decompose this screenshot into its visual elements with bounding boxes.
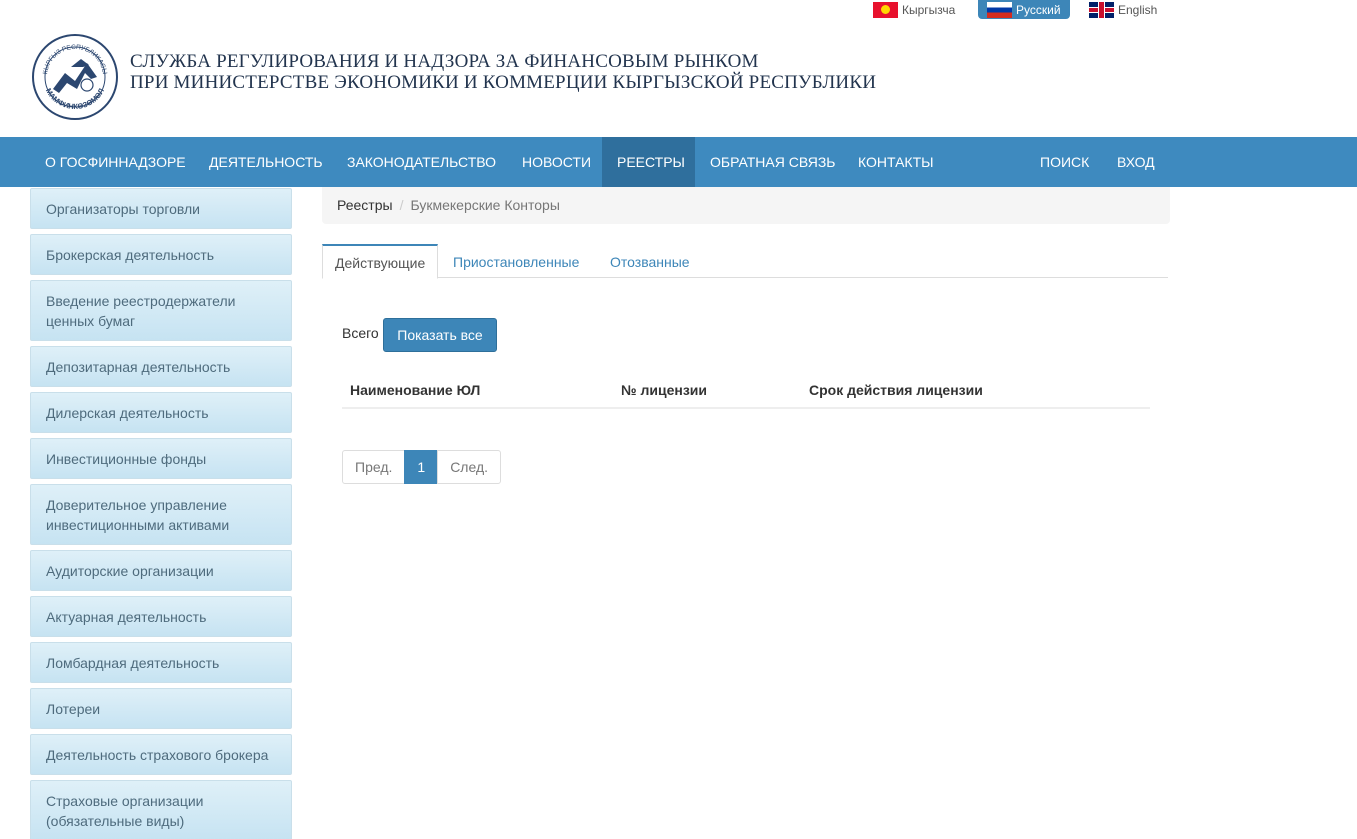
sidebar-item-investment-funds[interactable]: Инвестиционные фонды	[30, 438, 292, 479]
language-kyrgyz-label: Кыргызча	[902, 2, 956, 17]
sidebar-item-actuarial[interactable]: Актуарная деятельность	[30, 596, 292, 637]
uk-flag-icon	[1089, 1, 1114, 18]
logo[interactable]: КЫРГЫЗ РЕСПУБЛИКАСЫ МАМФИНКӨЗӨМӨЛ	[31, 33, 119, 121]
table-header: Наименование ЮЛ № лицензии Срок действия…	[342, 372, 1150, 409]
nav-activity[interactable]: ДЕЯТЕЛЬНОСТЬ	[194, 137, 338, 187]
column-header-license-number[interactable]: № лицензии	[621, 382, 707, 398]
sidebar-item-insurance-broker[interactable]: Деятельность страхового брокера	[30, 734, 292, 775]
sidebar-item-lotteries[interactable]: Лотереи	[30, 688, 292, 729]
language-kyrgyz[interactable]: Кыргызча	[873, 0, 955, 19]
tab-active[interactable]: Действующие	[322, 244, 439, 279]
sidebar-item-insurance-companies[interactable]: Страховые организации (обязательные виды…	[30, 780, 292, 839]
nav-feedback[interactable]: ОБРАТНАЯ СВЯЗЬ	[695, 137, 850, 187]
breadcrumb: Реестры / Букмекерские Конторы	[322, 187, 1170, 224]
organization-title-line1: СЛУЖБА РЕГУЛИРОВАНИЯ И НАДЗОРА ЗА ФИНАНС…	[130, 51, 759, 72]
pagination: Пред. 1 След.	[342, 450, 502, 484]
sidebar-item-brokerage[interactable]: Брокерская деятельность	[30, 234, 292, 275]
sidebar-item-depository[interactable]: Депозитарная деятельность	[30, 346, 292, 387]
russia-flag-icon	[987, 1, 1012, 18]
breadcrumb-current: Букмекерские Конторы	[410, 197, 560, 213]
language-russian[interactable]: Русский	[978, 0, 1070, 19]
pagination-prev-button[interactable]: Пред.	[342, 450, 406, 484]
sidebar-item-audit[interactable]: Аудиторские организации	[30, 550, 292, 591]
sidebar-item-pawnshop[interactable]: Ломбардная деятельность	[30, 642, 292, 683]
nav-news[interactable]: НОВОСТИ	[507, 137, 606, 187]
kyrgyzstan-flag-icon	[873, 1, 898, 18]
pagination-next-button[interactable]: След.	[437, 450, 502, 484]
column-header-license-validity[interactable]: Срок действия лицензии	[809, 382, 983, 398]
tab-revoked[interactable]: Отозванные	[598, 244, 702, 278]
sidebar-item-trust-management[interactable]: Доверительное управление инвестиционными…	[30, 484, 292, 545]
sidebar-item-dealer[interactable]: Дилерская деятельность	[30, 392, 292, 433]
eagle-emblem-icon: КЫРГЫЗ РЕСПУБЛИКАСЫ МАМФИНКӨЗӨМӨЛ	[32, 34, 118, 120]
total-label: Всего	[342, 325, 379, 341]
nav-login[interactable]: ВХОД	[1102, 137, 1170, 187]
nav-legislation[interactable]: ЗАКОНОДАТЕЛЬСТВО	[332, 137, 511, 187]
language-english-label: English	[1118, 2, 1158, 17]
organization-title-line2: ПРИ МИНИСТЕРСТВЕ ЭКОНОМИКИ И КОММЕРЦИИ К…	[130, 72, 877, 93]
sidebar-item-securities-registrars[interactable]: Введение реестродержатели ценных бумаг	[30, 280, 292, 341]
nav-registries[interactable]: РЕЕСТРЫ	[602, 137, 695, 187]
language-russian-label: Русский	[1016, 2, 1061, 17]
sidebar-item-trade-organizers[interactable]: Организаторы торговли	[30, 188, 292, 229]
tab-suspended[interactable]: Приостановленные	[441, 244, 591, 278]
breadcrumb-registries-link[interactable]: Реестры	[337, 197, 393, 213]
pagination-page-1[interactable]: 1	[404, 450, 439, 484]
nav-contacts[interactable]: КОНТАКТЫ	[843, 137, 949, 187]
main-navigation: О ГОСФИННАДЗОРЕ ДЕЯТЕЛЬНОСТЬ ЗАКОНОДАТЕЛ…	[0, 137, 1357, 187]
organization-title: СЛУЖБА РЕГУЛИРОВАНИЯ И НАДЗОРА ЗА ФИНАНС…	[130, 51, 876, 93]
language-english[interactable]: English	[1089, 0, 1157, 19]
nav-about[interactable]: О ГОСФИННАДЗОРЕ	[30, 137, 201, 187]
nav-search[interactable]: ПОИСК	[1025, 137, 1104, 187]
status-tabs: Действующие Приостановленные Отозванные	[322, 244, 1168, 279]
column-header-name[interactable]: Наименование ЮЛ	[350, 382, 480, 398]
breadcrumb-separator: /	[399, 197, 404, 213]
show-all-button[interactable]: Показать все	[383, 318, 497, 352]
